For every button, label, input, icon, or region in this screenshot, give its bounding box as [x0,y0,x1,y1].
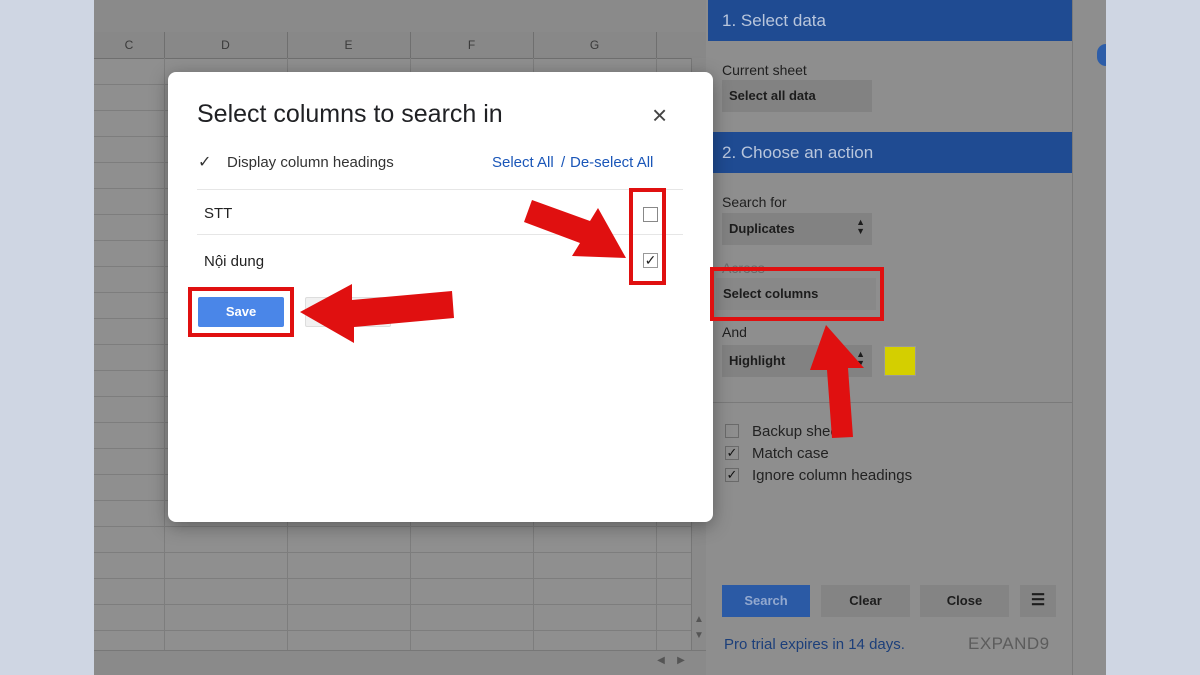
annotation-arrows [300,200,864,438]
arrow-to-save-icon [300,284,454,343]
arrow-to-checkbox-icon [524,200,626,258]
arrow-to-across-icon [810,325,864,438]
